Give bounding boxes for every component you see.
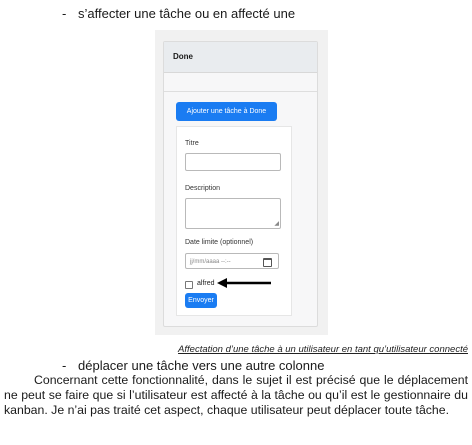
due-date-placeholder: jj/mm/aaaa --:-- (190, 259, 231, 265)
figure-caption: Affectation d’une tâche à un utilisateur… (178, 344, 468, 355)
resize-handle-icon[interactable]: ◢ (274, 221, 279, 227)
due-date-label: Date limite (optionnel) (185, 239, 254, 246)
bullet-dash: - (62, 6, 67, 21)
column-task-list (164, 73, 317, 92)
calendar-icon[interactable] (263, 258, 272, 267)
screenshot-figure: Done Ajouter une tâche à Done Titre Desc… (155, 30, 328, 335)
title-label: Titre (185, 140, 199, 147)
description-textarea[interactable]: ◢ (185, 198, 281, 229)
assign-user-checkbox[interactable] (185, 281, 193, 289)
assign-user-label: alfred (197, 280, 215, 287)
bullet-move-task: - déplacer une tâche vers une autre colon… (62, 358, 324, 374)
column-title: Done (164, 42, 317, 73)
add-task-button[interactable]: Ajouter une tâche à Done (176, 102, 277, 121)
kanban-column-done: Done Ajouter une tâche à Done Titre Desc… (163, 41, 318, 327)
arrow-left-icon (217, 278, 271, 288)
body-paragraph: Concernant cette fonctionnalité, dans le… (4, 373, 468, 418)
due-date-input[interactable]: jj/mm/aaaa --:-- (185, 253, 279, 269)
bullet-text: s’affecter une tâche ou en affecté une (78, 6, 296, 21)
submit-button[interactable]: Envoyer (185, 293, 217, 308)
bullet-text: déplacer une tâche vers une autre colonn… (78, 358, 325, 373)
add-task-form: Titre Description ◢ Date limite (optionn… (176, 126, 292, 316)
title-input[interactable] (185, 153, 281, 171)
bullet-assign-task: - s’affecter une tâche ou en affecté une (62, 6, 295, 22)
paragraph-text: Concernant cette fonctionnalité, dans le… (4, 373, 468, 417)
bullet-dash: - (62, 358, 67, 373)
description-label: Description (185, 185, 221, 192)
